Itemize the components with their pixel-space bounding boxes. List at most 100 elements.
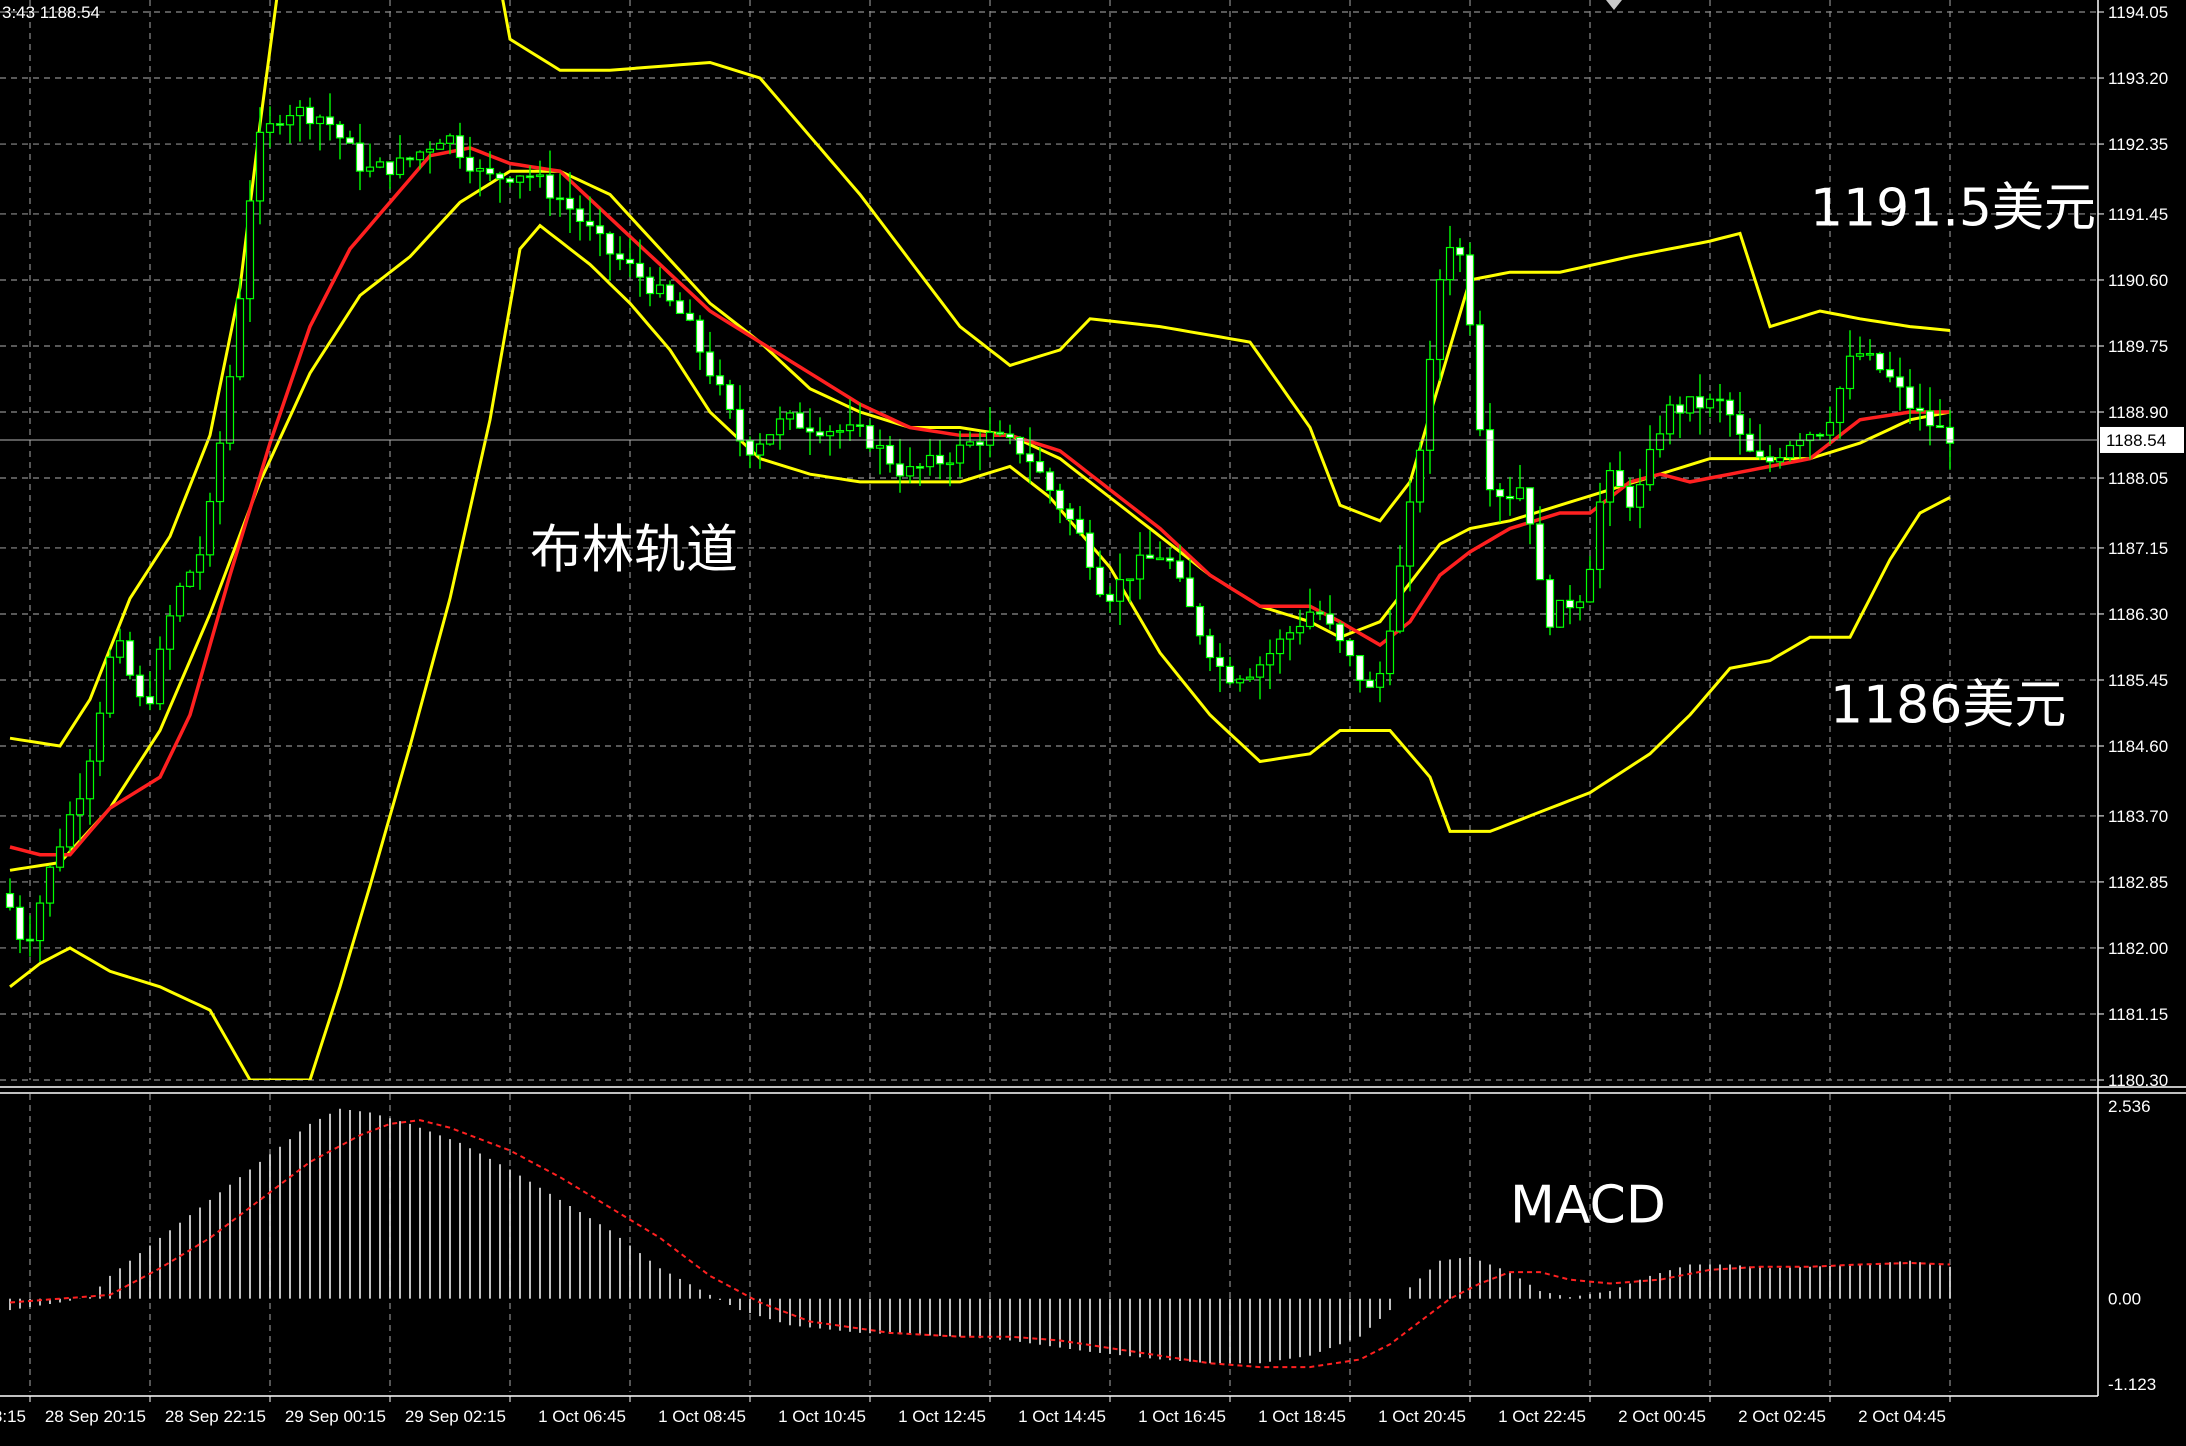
candle-body-down <box>865 425 875 449</box>
candle-body-down <box>705 351 715 377</box>
candle-body-up <box>1855 353 1865 357</box>
candle-body-up <box>1395 565 1405 632</box>
candle-body-up <box>925 454 935 468</box>
candle-body-up <box>225 376 235 444</box>
candle-body-down <box>575 208 585 223</box>
candle-body-down <box>1715 398 1725 402</box>
candle-body-down <box>1885 369 1895 378</box>
candle-body-up <box>45 866 55 904</box>
candle-body-down <box>1505 495 1515 500</box>
candle-body-up <box>55 846 65 868</box>
candle-body-up <box>1645 448 1655 486</box>
candle-body-up <box>1245 676 1255 680</box>
candle-body-down <box>1165 557 1175 562</box>
candle-body-down <box>275 123 285 126</box>
candle-body-up <box>245 200 255 300</box>
candle-body-down <box>1035 460 1045 473</box>
candle-body-up <box>265 123 275 133</box>
candle-body-up <box>755 443 765 456</box>
candle-body-down <box>1455 246 1465 256</box>
candle-body-down <box>805 427 815 433</box>
candle-body-down <box>695 319 705 353</box>
y-tick-label: 1191.45 <box>2108 205 2168 224</box>
candle-body-up <box>1775 457 1785 463</box>
candle-body-up <box>295 106 305 117</box>
candle-body-up <box>205 500 215 556</box>
annotation-label: 布林轨道 <box>530 520 738 580</box>
candle-body-up <box>425 148 435 153</box>
candle-body-up <box>955 444 965 464</box>
candle-body-down <box>1755 450 1765 458</box>
y-tick-label: 1188.90 <box>2108 403 2168 422</box>
candle-body-down <box>1565 599 1575 609</box>
candle-body-up <box>845 424 855 432</box>
candle-body-down <box>895 463 905 477</box>
candle-body-down <box>1175 560 1185 579</box>
annotation-label: 1186美元 <box>1830 676 2066 736</box>
candle-body-up <box>215 442 225 503</box>
candle-body-down <box>325 116 335 126</box>
current-price-label: 1188.54 <box>2106 431 2166 450</box>
candle-body-down <box>1875 352 1885 371</box>
candle-body-down <box>1525 487 1535 525</box>
candle-body-down <box>605 232 615 255</box>
candle-body-up <box>1785 444 1795 459</box>
candle-body-down <box>1105 593 1115 602</box>
candle-body-down <box>615 253 625 261</box>
candle-body-up <box>435 142 445 150</box>
candle-body-down <box>885 444 895 465</box>
candle-body-up <box>1825 421 1835 436</box>
candle-body-up <box>1385 630 1395 675</box>
y-tick-label: 1184.60 <box>2108 737 2168 756</box>
candle-body-down <box>1485 429 1495 491</box>
candle-body-down <box>125 640 135 676</box>
candle-body-up <box>1405 501 1415 567</box>
candle-body-up <box>365 166 375 172</box>
candle-body-up <box>75 798 85 816</box>
candle-body-down <box>645 276 655 295</box>
candle-body-up <box>535 174 545 178</box>
candle-body-up <box>945 462 955 466</box>
candle-body-down <box>1615 470 1625 488</box>
candle-body-up <box>1135 554 1145 580</box>
candle-body-down <box>735 408 745 442</box>
candle-body-up <box>1595 501 1605 571</box>
candle-body-down <box>1315 611 1325 615</box>
candle-body-up <box>905 465 915 477</box>
candle-body-up <box>115 640 125 658</box>
candle-body-up <box>1425 358 1435 451</box>
x-tick-label: 2 Oct 04:45 <box>1858 1407 1946 1426</box>
candle-body-down <box>355 142 365 172</box>
candle-body-down <box>1475 324 1485 431</box>
candle-body-up <box>1865 352 1875 356</box>
candle-body-down <box>1735 414 1745 435</box>
x-tick-label: 2 Oct 00:45 <box>1618 1407 1706 1426</box>
candle-body-down <box>525 175 535 179</box>
candle-body-up <box>1235 678 1245 684</box>
candle-body-up <box>985 431 995 446</box>
candle-body-down <box>1465 254 1475 326</box>
y-tick-label: 1188.05 <box>2108 469 2168 488</box>
candle-body-up <box>775 418 785 436</box>
candle-body-down <box>1225 665 1235 684</box>
candle-body-down <box>1085 532 1095 568</box>
candle-body-down <box>335 123 345 139</box>
candle-body-up <box>375 161 385 168</box>
candle-body-up <box>1705 398 1715 409</box>
x-tick-label: 28 Sep 20:15 <box>45 1407 146 1426</box>
candle-body-up <box>1275 638 1285 655</box>
candle-body-down <box>1745 433 1755 452</box>
candle-body-down <box>1205 635 1215 659</box>
candle-body-down <box>545 174 555 199</box>
candle-body-up <box>175 585 185 617</box>
candle-body-down <box>1695 396 1705 409</box>
x-tick-label: 1 Oct 12:45 <box>898 1407 986 1426</box>
x-tick-label: 1 Oct 18:45 <box>1258 1407 1346 1426</box>
candle-body-up <box>1685 396 1695 414</box>
candle-body-down <box>305 106 315 125</box>
y-tick-label: 1183.70 <box>2108 807 2168 826</box>
candle-body-up <box>825 430 835 437</box>
candle-body-down <box>595 225 605 235</box>
candle-body-up <box>1375 672 1385 688</box>
x-tick-label: 28 Sep 22:15 <box>165 1407 266 1426</box>
